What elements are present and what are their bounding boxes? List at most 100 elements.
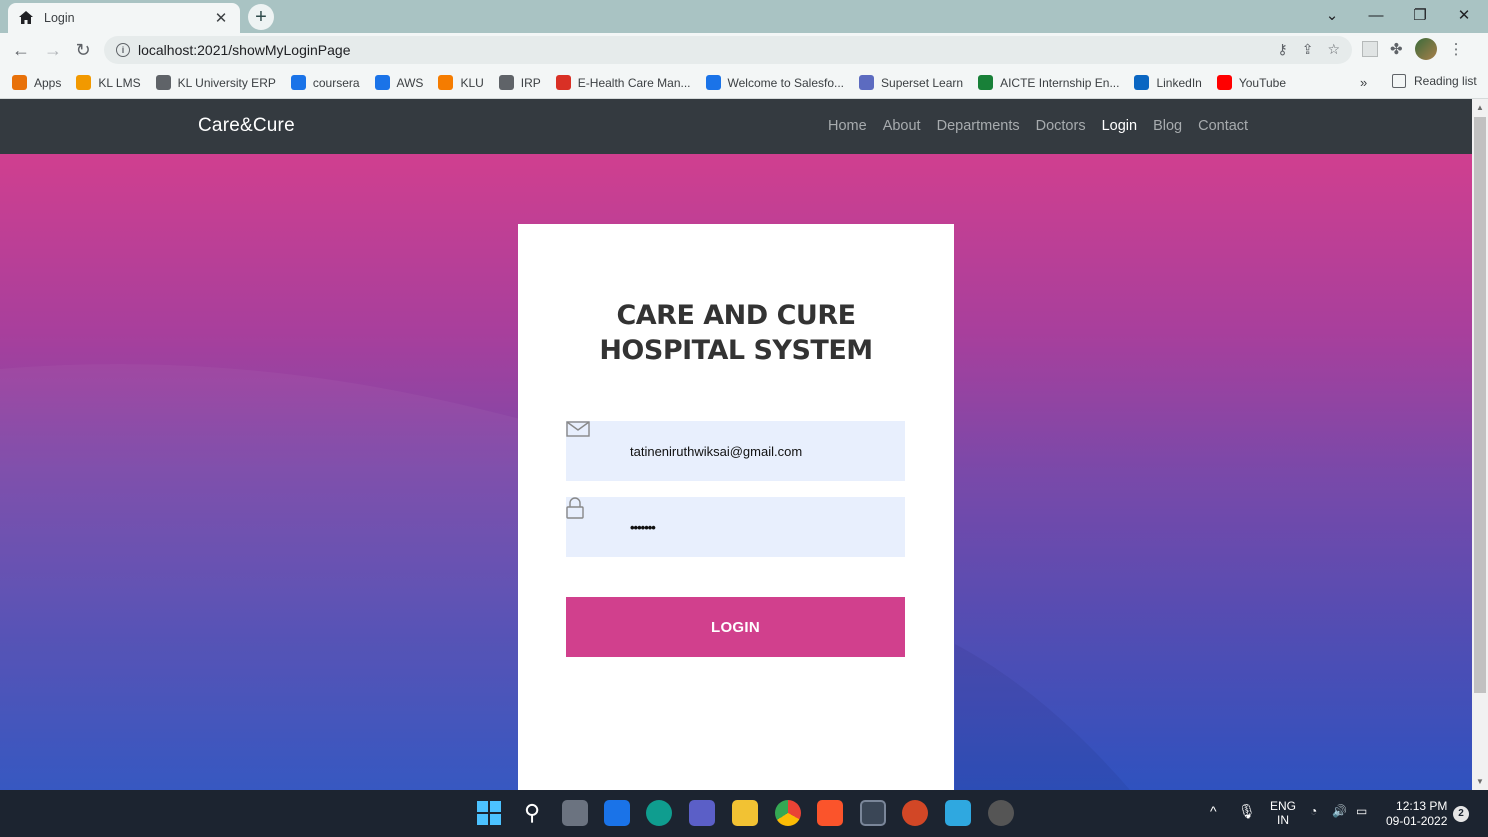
wifi-icon[interactable]: ◔ <box>1310 804 1317 818</box>
bookmark-label: AICTE Internship En... <box>1000 75 1120 90</box>
teams-icon[interactable] <box>689 800 715 826</box>
share-icon[interactable]: ⇪ <box>1302 41 1314 58</box>
bookmark-label: Superset Learn <box>881 75 964 90</box>
bookmark-item[interactable]: KLU <box>438 75 484 90</box>
forward-button[interactable]: → <box>41 38 65 62</box>
site-navbar: Care&Cure Home About Departments Doctors Log… <box>0 99 1472 154</box>
windows-start-icon[interactable] <box>476 800 502 826</box>
nav-link-home[interactable]: Home <box>828 118 867 134</box>
bookmark-item[interactable]: AWS <box>374 75 423 90</box>
bookmark-item[interactable]: KL LMS <box>76 75 141 90</box>
battery-icon[interactable]: ▭ <box>1356 804 1367 818</box>
bookmark-icon <box>705 75 721 90</box>
powerpoint-icon[interactable] <box>902 800 928 826</box>
file-explorer-icon[interactable] <box>732 800 758 826</box>
login-button[interactable]: LOGIN <box>566 597 905 657</box>
bookmark-icon <box>76 75 92 90</box>
password-value: ••••••• <box>630 519 656 535</box>
nav-link-doctors[interactable]: Doctors <box>1036 118 1086 134</box>
bookmark-label: Welcome to Salesfo... <box>727 75 845 90</box>
email-field[interactable]: tatineniruthwiksai@gmail.com <box>566 421 905 481</box>
nav-link-contact[interactable]: Contact <box>1198 118 1248 134</box>
bookmark-label: coursera <box>312 75 360 90</box>
url-text: localhost:2021/showMyLoginPage <box>138 42 351 58</box>
nav-links: Home About Departments Doctors Login Blog Cont… <box>828 118 1248 134</box>
bookmark-icon <box>374 75 390 90</box>
bookmark-icon <box>1134 75 1150 90</box>
bookmark-item[interactable]: coursera <box>290 75 360 90</box>
menu-icon[interactable]: ⋮ <box>1449 40 1464 58</box>
mail-icon[interactable] <box>604 800 630 826</box>
language-indicator[interactable]: ENG IN <box>1270 799 1296 827</box>
bookmark-item[interactable]: E-Health Care Man... <box>555 75 691 90</box>
notification-badge[interactable]: 2 <box>1453 806 1469 822</box>
bookmark-item[interactable]: Apps <box>12 75 61 90</box>
scroll-up-icon[interactable]: ▲ <box>1476 103 1484 112</box>
star-icon[interactable]: ☆ <box>1327 41 1340 58</box>
bookmark-item[interactable]: LinkedIn <box>1134 75 1202 90</box>
search-icon[interactable]: ⚲ <box>519 800 545 826</box>
page-viewport: Care&Cure Home About Departments Doctors Log… <box>0 99 1472 790</box>
bookmarks-more-button[interactable]: » <box>1360 75 1367 90</box>
nav-link-about[interactable]: About <box>883 118 921 134</box>
bookmark-label: KLU <box>460 75 484 90</box>
bookmark-icon <box>290 75 306 90</box>
bookmark-item[interactable]: KL University ERP <box>155 75 276 90</box>
restore-button[interactable]: ❐ <box>1398 0 1442 30</box>
bookmark-icon <box>438 75 454 90</box>
tab-close-icon[interactable]: ✕ <box>212 9 230 27</box>
bookmark-item[interactable]: AICTE Internship En... <box>978 75 1119 90</box>
bookmark-icon <box>12 75 27 90</box>
tab-search-icon[interactable]: ⌄ <box>1310 0 1354 30</box>
puzzle-icon[interactable]: ✤ <box>1390 40 1403 58</box>
reading-list-icon <box>1392 74 1406 88</box>
hero-background: CARE AND CURE HOSPITAL SYSTEM tatineniru… <box>0 154 1472 790</box>
login-title: CARE AND CURE HOSPITAL SYSTEM <box>599 300 873 366</box>
bookmark-item[interactable]: Superset Learn <box>859 75 963 90</box>
extension-icon[interactable] <box>1362 41 1378 57</box>
chrome-profile-icon[interactable] <box>860 800 886 826</box>
profile-avatar[interactable] <box>1414 38 1437 60</box>
bookmark-label: YouTube <box>1238 75 1286 90</box>
bookmark-icon <box>155 75 171 90</box>
nav-link-login[interactable]: Login <box>1102 118 1137 134</box>
settings-icon[interactable] <box>988 800 1014 826</box>
site-info-icon[interactable]: i <box>116 43 130 57</box>
bookmark-label: LinkedIn <box>1156 75 1202 90</box>
password-field[interactable]: ••••••• <box>566 497 905 557</box>
new-tab-button[interactable]: + <box>248 4 274 30</box>
reading-list-button[interactable]: Reading list <box>1392 74 1477 88</box>
edge-icon[interactable] <box>646 800 672 826</box>
brave-icon[interactable] <box>817 800 843 826</box>
bookmark-label: IRP <box>520 75 541 90</box>
back-button[interactable]: ← <box>9 38 33 62</box>
bookmark-icon <box>859 75 875 90</box>
reload-button[interactable]: ↻ <box>71 38 95 62</box>
login-card: CARE AND CURE HOSPITAL SYSTEM tatineniru… <box>518 224 954 790</box>
nav-link-departments[interactable]: Departments <box>937 118 1020 134</box>
nav-link-blog[interactable]: Blog <box>1153 118 1182 134</box>
bookmark-item[interactable]: YouTube <box>1216 75 1286 90</box>
chrome-icon[interactable] <box>775 800 801 826</box>
microphone-icon[interactable]: 🎙 <box>1238 803 1256 820</box>
browser-tab[interactable]: Login ✕ <box>8 3 240 33</box>
scroll-down-icon[interactable]: ▼ <box>1476 777 1484 786</box>
bookmark-item[interactable]: Welcome to Salesfo... <box>705 75 845 90</box>
tray-chevron-icon[interactable]: ^ <box>1210 803 1217 819</box>
volume-icon[interactable]: 🔊 <box>1332 804 1347 818</box>
bookmark-label: E-Health Care Man... <box>577 75 691 90</box>
key-icon[interactable]: ⚷ <box>1277 41 1287 58</box>
bookmark-label: Apps <box>34 75 62 90</box>
tab-title: Login <box>44 11 75 25</box>
address-bar[interactable]: i localhost:2021/showMyLoginPage ⚷ ⇪ ☆ <box>104 36 1352 64</box>
scroll-thumb[interactable] <box>1474 117 1486 693</box>
site-brand[interactable]: Care&Cure <box>198 115 295 137</box>
close-window-button[interactable]: ✕ <box>1442 0 1486 30</box>
task-view-icon[interactable] <box>562 800 588 826</box>
page-scrollbar[interactable]: ▲ ▼ <box>1472 99 1488 790</box>
minimize-button[interactable]: — <box>1354 0 1398 30</box>
browser-tabstrip: Login ✕ + ⌄ — ❐ ✕ <box>0 0 1488 33</box>
bookmark-item[interactable]: IRP <box>498 75 541 90</box>
notepad-icon[interactable] <box>945 800 971 826</box>
clock[interactable]: 12:13 PM 09-01-2022 <box>1386 799 1447 829</box>
